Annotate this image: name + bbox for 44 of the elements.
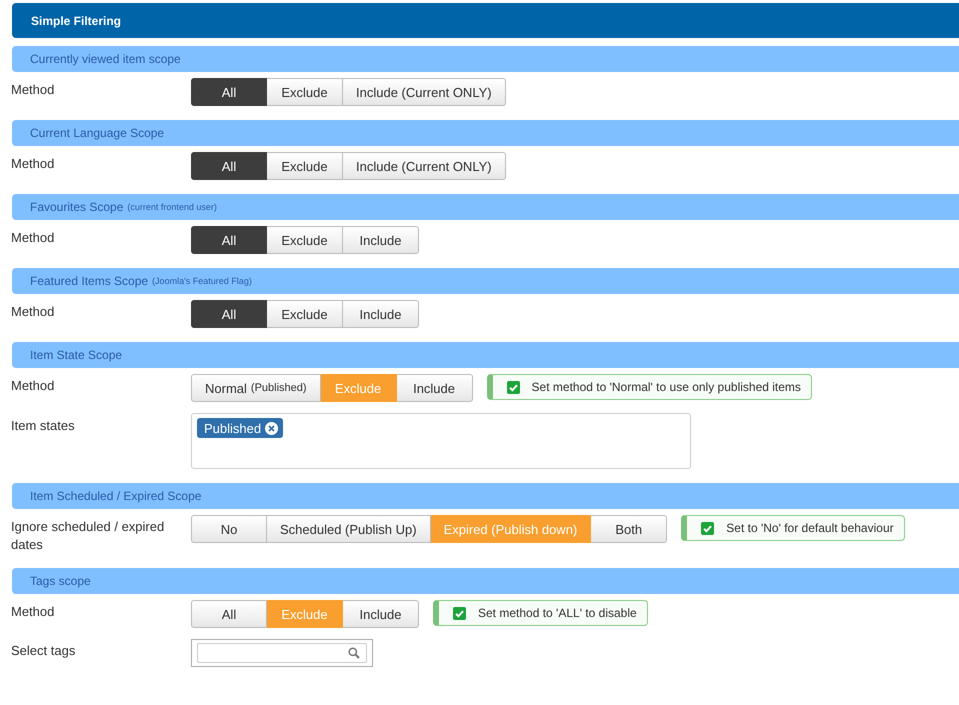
- toggle-button[interactable]: Exclude: [267, 300, 343, 328]
- section-header: Currently viewed item scope: [12, 46, 959, 72]
- field-label: Method: [11, 603, 56, 621]
- toggle-button[interactable]: All: [191, 300, 267, 328]
- panel-header: Simple Filtering: [12, 3, 959, 38]
- field-label: Method: [11, 377, 56, 395]
- section-header: Favourites Scope (current frontend user): [12, 194, 959, 220]
- toggle-button[interactable]: Include: [343, 226, 419, 254]
- toggle-button[interactable]: Scheduled (Publish Up): [267, 515, 431, 543]
- field-label: Method: [11, 229, 56, 247]
- toggle-button[interactable]: All: [191, 152, 267, 180]
- toggle-button[interactable]: Exclude: [267, 152, 343, 180]
- toggle-button[interactable]: No: [191, 515, 267, 543]
- field-label: Method: [11, 81, 56, 99]
- toggle-button[interactable]: Include: [396, 374, 473, 402]
- hint-text: Set method to 'Normal' to use only published items: [532, 380, 801, 394]
- field-label: Ignore scheduled / expired dates: [11, 518, 166, 554]
- toggle-button[interactable]: All: [191, 78, 267, 106]
- toggle-button[interactable]: Exclude: [267, 78, 343, 106]
- field-label: Select tags: [11, 642, 76, 660]
- search-field[interactable]: [191, 639, 373, 667]
- section-header: Item State Scope: [12, 342, 959, 368]
- hint-text: Set to 'No' for default behaviour: [726, 521, 894, 535]
- toggle-button[interactable]: Exclude: [267, 226, 343, 254]
- toggle-button[interactable]: All: [191, 600, 267, 628]
- section-header: Current Language Scope: [12, 120, 959, 146]
- toggle-button[interactable]: All: [191, 226, 267, 254]
- search-icon: [348, 647, 360, 659]
- hint-text: Set method to 'ALL' to disable: [478, 606, 637, 620]
- toggle-button[interactable]: Include (Current ONLY): [343, 78, 506, 106]
- toggle-button[interactable]: Include (Current ONLY): [343, 152, 506, 180]
- toggle-button[interactable]: Include: [343, 300, 419, 328]
- section-header: Featured Items Scope (Joomla's Featured Flag): [12, 268, 959, 294]
- section-header: Item Scheduled / Expired Scope: [12, 483, 959, 509]
- field-label: Item states: [11, 417, 76, 435]
- field-label: Method: [11, 303, 56, 321]
- toggle-button[interactable]: Both: [591, 515, 668, 543]
- toggle-button[interactable]: Include: [343, 600, 419, 628]
- remove-icon[interactable]: [265, 422, 278, 434]
- field-label: Method: [11, 155, 56, 173]
- tags-field[interactable]: Published: [191, 413, 691, 469]
- toggle-button[interactable]: Normal (Published): [191, 374, 321, 402]
- tag-chip[interactable]: Published: [197, 418, 284, 438]
- section-header: Tags scope: [12, 568, 959, 594]
